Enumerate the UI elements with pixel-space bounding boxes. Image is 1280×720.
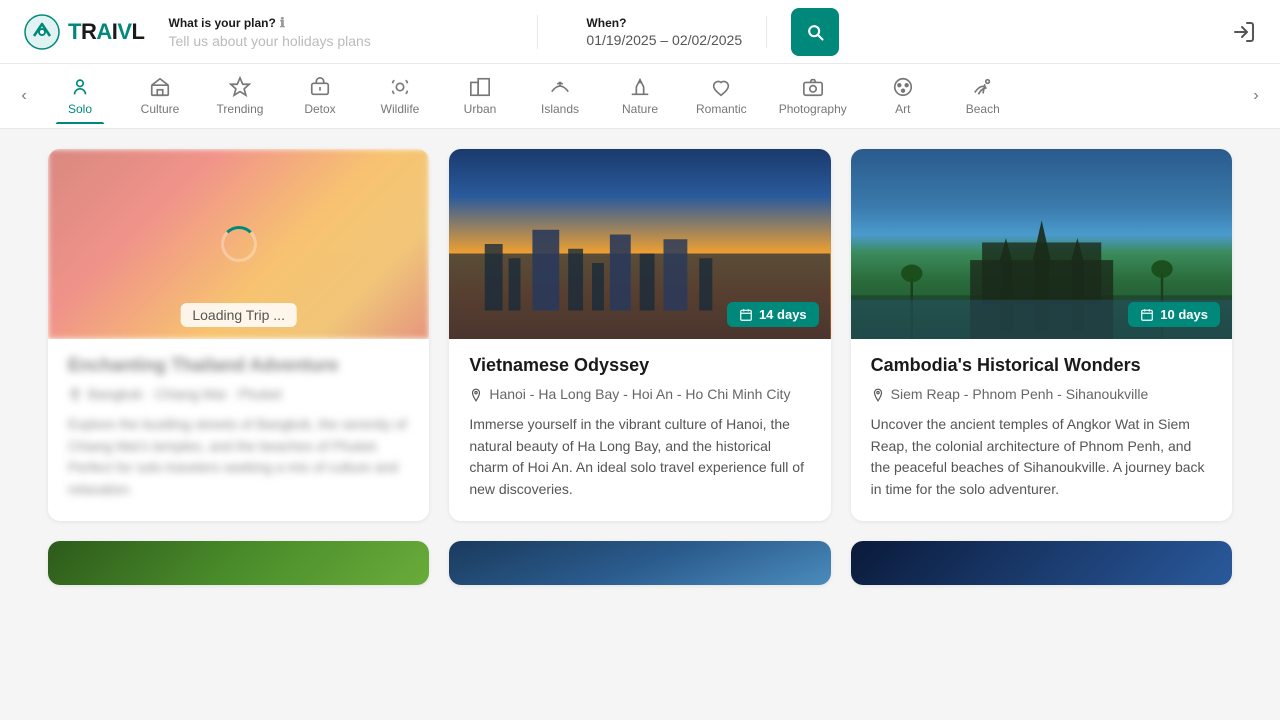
- days-badge-vietnam: 14 days: [727, 302, 819, 327]
- nav-label-art: Art: [895, 102, 910, 116]
- nav-label-photography: Photography: [779, 102, 847, 116]
- card-desc-vietnam: Immerse yourself in the vibrant culture …: [469, 414, 810, 501]
- date-section: When? 01/19/2025 – 02/02/2025: [562, 16, 767, 48]
- date-label: When?: [586, 16, 742, 30]
- nav-label-solo: Solo: [68, 102, 92, 116]
- nav-label-islands: Islands: [541, 102, 579, 116]
- main-content: Loading Trip ... Enchanting Thailand Adv…: [0, 129, 1280, 625]
- card-image-cambodia: 10 days: [851, 149, 1232, 339]
- nav-item-solo[interactable]: Solo: [40, 68, 120, 124]
- cards-row-bottom: [48, 541, 1232, 585]
- trip-card-thailand[interactable]: Loading Trip ... Enchanting Thailand Adv…: [48, 149, 429, 521]
- nav-item-detox[interactable]: Detox: [280, 68, 360, 124]
- card-image-bottom-1: [48, 541, 429, 585]
- card-title-thailand: Enchanting Thailand Adventure: [68, 355, 409, 376]
- plan-input-section: What is your plan? ℹ Tell us about your …: [169, 15, 539, 49]
- nav-items: Solo Culture Trending Detox Wildlife: [40, 68, 1240, 124]
- nav-label-wildlife: Wildlife: [381, 102, 420, 116]
- nav-item-art[interactable]: Art: [863, 68, 943, 124]
- nav-label-nature: Nature: [622, 102, 658, 116]
- nav-item-beach[interactable]: Beach: [943, 68, 1023, 124]
- nav-label-beach: Beach: [966, 102, 1000, 116]
- nav-label-culture: Culture: [141, 102, 180, 116]
- nav-item-trending[interactable]: Trending: [200, 68, 280, 124]
- card-location-vietnam: Hanoi - Ha Long Bay - Hoi An - Ho Chi Mi…: [469, 386, 810, 402]
- card-desc-cambodia: Uncover the ancient temples of Angkor Wa…: [871, 414, 1212, 501]
- days-badge-text-vietnam: 14 days: [759, 307, 807, 322]
- header: TRAIVL What is your plan? ℹ Tell us abou…: [0, 0, 1280, 64]
- card-desc-thailand: Explore the bustling streets of Bangkok,…: [68, 414, 409, 501]
- card-body-thailand: Enchanting Thailand Adventure Bangkok · …: [48, 339, 429, 521]
- card-location-text-thailand: Bangkok · Chiang Mai · Phuket: [88, 386, 282, 402]
- nav-next-arrow[interactable]: ›: [1240, 64, 1272, 128]
- loading-spinner: [221, 226, 257, 262]
- card-image-bottom-3: [851, 541, 1232, 585]
- nav-item-photography[interactable]: Photography: [763, 68, 863, 124]
- info-icon: ℹ: [280, 15, 285, 31]
- nav-item-nature[interactable]: Nature: [600, 68, 680, 124]
- card-location-text-cambodia: Siem Reap - Phnom Penh - Sihanoukville: [891, 386, 1149, 402]
- logo-text: TRAIVL: [68, 19, 145, 45]
- card-location-cambodia: Siem Reap - Phnom Penh - Sihanoukville: [871, 386, 1212, 402]
- nav-label-romantic: Romantic: [696, 102, 747, 116]
- card-title-cambodia: Cambodia's Historical Wonders: [871, 355, 1212, 376]
- card-location-text-vietnam: Hanoi - Ha Long Bay - Hoi An - Ho Chi Mi…: [489, 386, 790, 402]
- trip-card-bottom-1[interactable]: [48, 541, 429, 585]
- nav-item-islands[interactable]: Islands: [520, 68, 600, 124]
- nav-item-wildlife[interactable]: Wildlife: [360, 68, 440, 124]
- nav-item-romantic[interactable]: Romantic: [680, 68, 763, 124]
- plan-placeholder[interactable]: Tell us about your holidays plans: [169, 33, 514, 49]
- loading-text: Loading Trip ...: [180, 303, 297, 327]
- nav-item-culture[interactable]: Culture: [120, 68, 200, 124]
- days-badge-text-cambodia: 10 days: [1160, 307, 1208, 322]
- days-badge-cambodia: 10 days: [1128, 302, 1220, 327]
- trip-card-bottom-3[interactable]: [851, 541, 1232, 585]
- search-button[interactable]: [791, 8, 839, 56]
- nav-prev-arrow[interactable]: ‹: [8, 64, 40, 128]
- card-image-bottom-2: [449, 541, 830, 585]
- signin-button[interactable]: [1232, 20, 1256, 44]
- plan-label: What is your plan? ℹ: [169, 15, 514, 31]
- nav-label-urban: Urban: [464, 102, 497, 116]
- card-title-vietnam: Vietnamese Odyssey: [469, 355, 810, 376]
- trip-card-vietnam[interactable]: 14 days Vietnamese Odyssey Hanoi - Ha Lo…: [449, 149, 830, 521]
- date-value: 01/19/2025 – 02/02/2025: [586, 32, 742, 48]
- card-image-thailand: Loading Trip ...: [48, 149, 429, 339]
- nav-item-urban[interactable]: Urban: [440, 68, 520, 124]
- trip-card-cambodia[interactable]: 10 days Cambodia's Historical Wonders Si…: [851, 149, 1232, 521]
- card-image-vietnam: 14 days: [449, 149, 830, 339]
- card-location-thailand: Bangkok · Chiang Mai · Phuket: [68, 386, 409, 402]
- logo[interactable]: TRAIVL: [24, 14, 145, 50]
- nav-bar: ‹ Solo Culture Trending Detox: [0, 64, 1280, 129]
- card-body-vietnam: Vietnamese Odyssey Hanoi - Ha Long Bay -…: [449, 339, 830, 521]
- card-body-cambodia: Cambodia's Historical Wonders Siem Reap …: [851, 339, 1232, 521]
- nav-label-detox: Detox: [304, 102, 335, 116]
- nav-label-trending: Trending: [217, 102, 264, 116]
- cards-row-top: Loading Trip ... Enchanting Thailand Adv…: [48, 149, 1232, 521]
- trip-card-bottom-2[interactable]: [449, 541, 830, 585]
